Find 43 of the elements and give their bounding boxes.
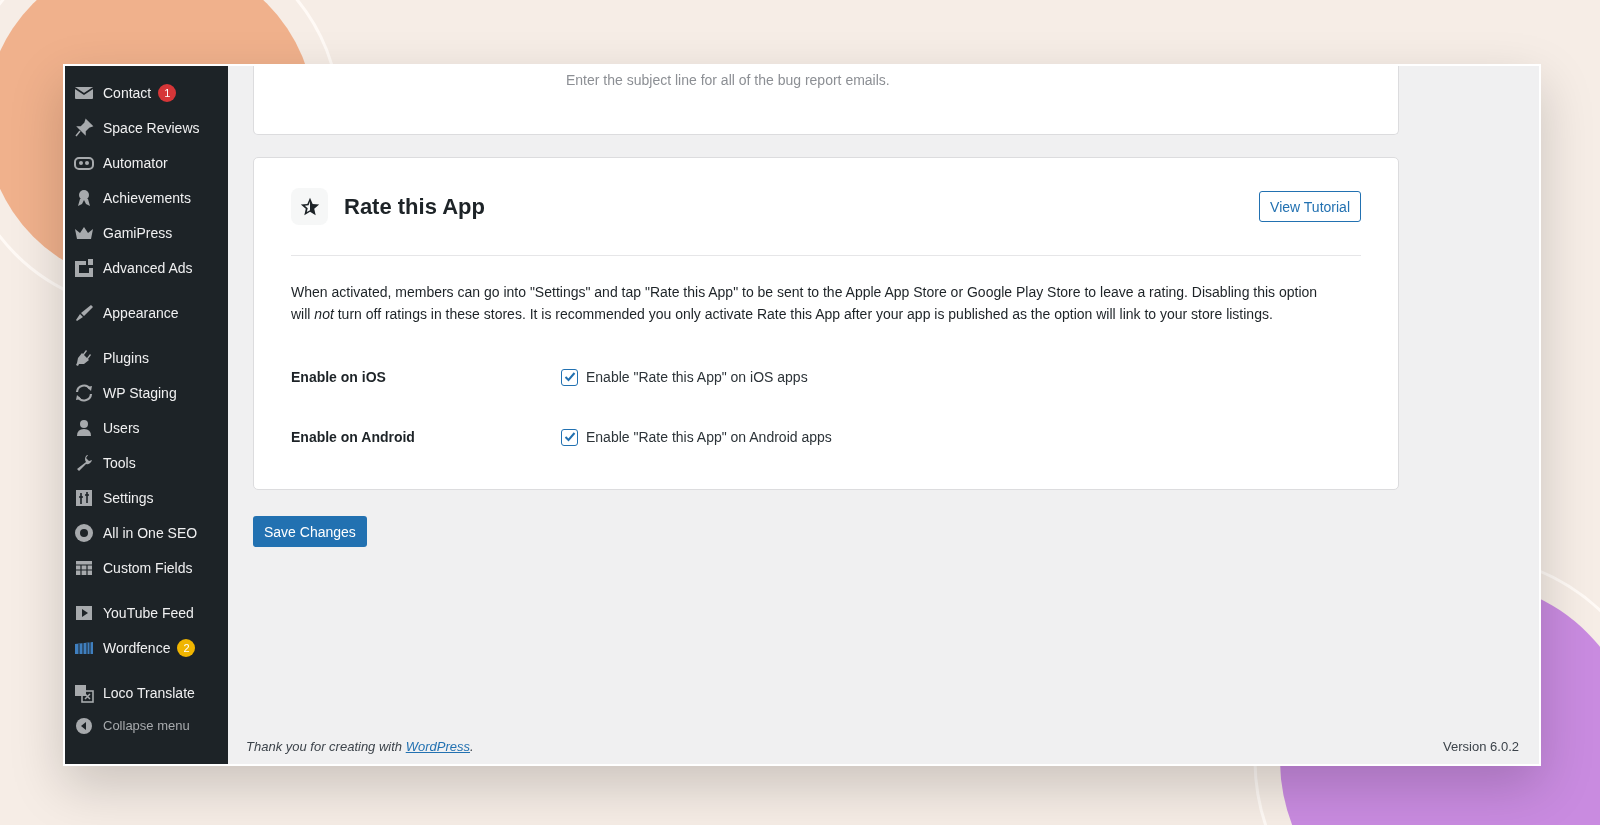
collapse-menu-button[interactable]: Collapse menu (65, 708, 228, 743)
view-tutorial-button[interactable]: View Tutorial (1259, 191, 1361, 222)
menu-item[interactable]: Users (65, 410, 228, 445)
checkbox-label: Enable "Rate this App" on Android apps (586, 429, 832, 445)
checkbox[interactable] (561, 428, 578, 446)
footer-text: Thank you for creating with WordPress. (246, 739, 474, 754)
card-description: When activated, members can go into "Settings" and tap "Rate this App" to be sent to the Apple App Store or Google Play Store to leave a rating. Disabling this option will not turn off ratings in these stores. It is recommended you only activate Rate this App after your app is published as the option will link to your store listings. (291, 283, 1319, 324)
menu-item[interactable]: Plugins (65, 340, 228, 375)
menu-item[interactable]: All in One SEO (65, 515, 228, 550)
sync-icon (74, 382, 94, 403)
option-label: Enable on Android (291, 429, 416, 445)
menu-item[interactable]: Settings (65, 480, 228, 515)
card-title: Rate this App (344, 193, 486, 220)
translate-icon (74, 682, 94, 703)
count-badge: 1 (158, 83, 177, 102)
menu-item[interactable]: WP Staging (65, 375, 228, 410)
collapse-icon (74, 715, 94, 736)
option-label: Enable on iOS (291, 369, 387, 385)
wordpress-link[interactable]: WordPress (405, 739, 470, 754)
menu-item[interactable]: Appearance (65, 295, 228, 330)
checkbox-label: Enable "Rate this App" on iOS apps (586, 369, 808, 385)
version-text: Version 6.0.2 (1443, 739, 1519, 754)
menu-item[interactable]: Custom Fields (65, 550, 228, 585)
checkbox[interactable] (561, 368, 578, 386)
brush-icon (74, 302, 94, 323)
menu-item[interactable]: Achievements (65, 180, 228, 215)
field-description: Enter the subject line for all of the bug report emails. (566, 72, 891, 88)
menu-item[interactable]: Tools (65, 445, 228, 480)
menu-item[interactable]: YouTube Feed (65, 595, 228, 630)
gear-icon (74, 522, 94, 543)
menu-item[interactable]: Advanced Ads (65, 250, 228, 285)
save-changes-button[interactable]: Save Changes (253, 516, 367, 547)
pushpin-icon (74, 117, 94, 138)
person-icon (74, 417, 94, 438)
menu-item[interactable]: Contact 1 (65, 75, 228, 110)
menu-item[interactable]: GamiPress (65, 215, 228, 250)
menu-item[interactable]: Wordfence 2 (65, 630, 228, 665)
count-badge: 2 (177, 638, 196, 657)
menu-item[interactable]: Space Reviews (65, 110, 228, 145)
menu-item[interactable]: Automator (65, 145, 228, 180)
menu-item[interactable]: Loco Translate (65, 675, 228, 710)
plug-icon (74, 347, 94, 368)
sliders-icon (74, 487, 94, 508)
